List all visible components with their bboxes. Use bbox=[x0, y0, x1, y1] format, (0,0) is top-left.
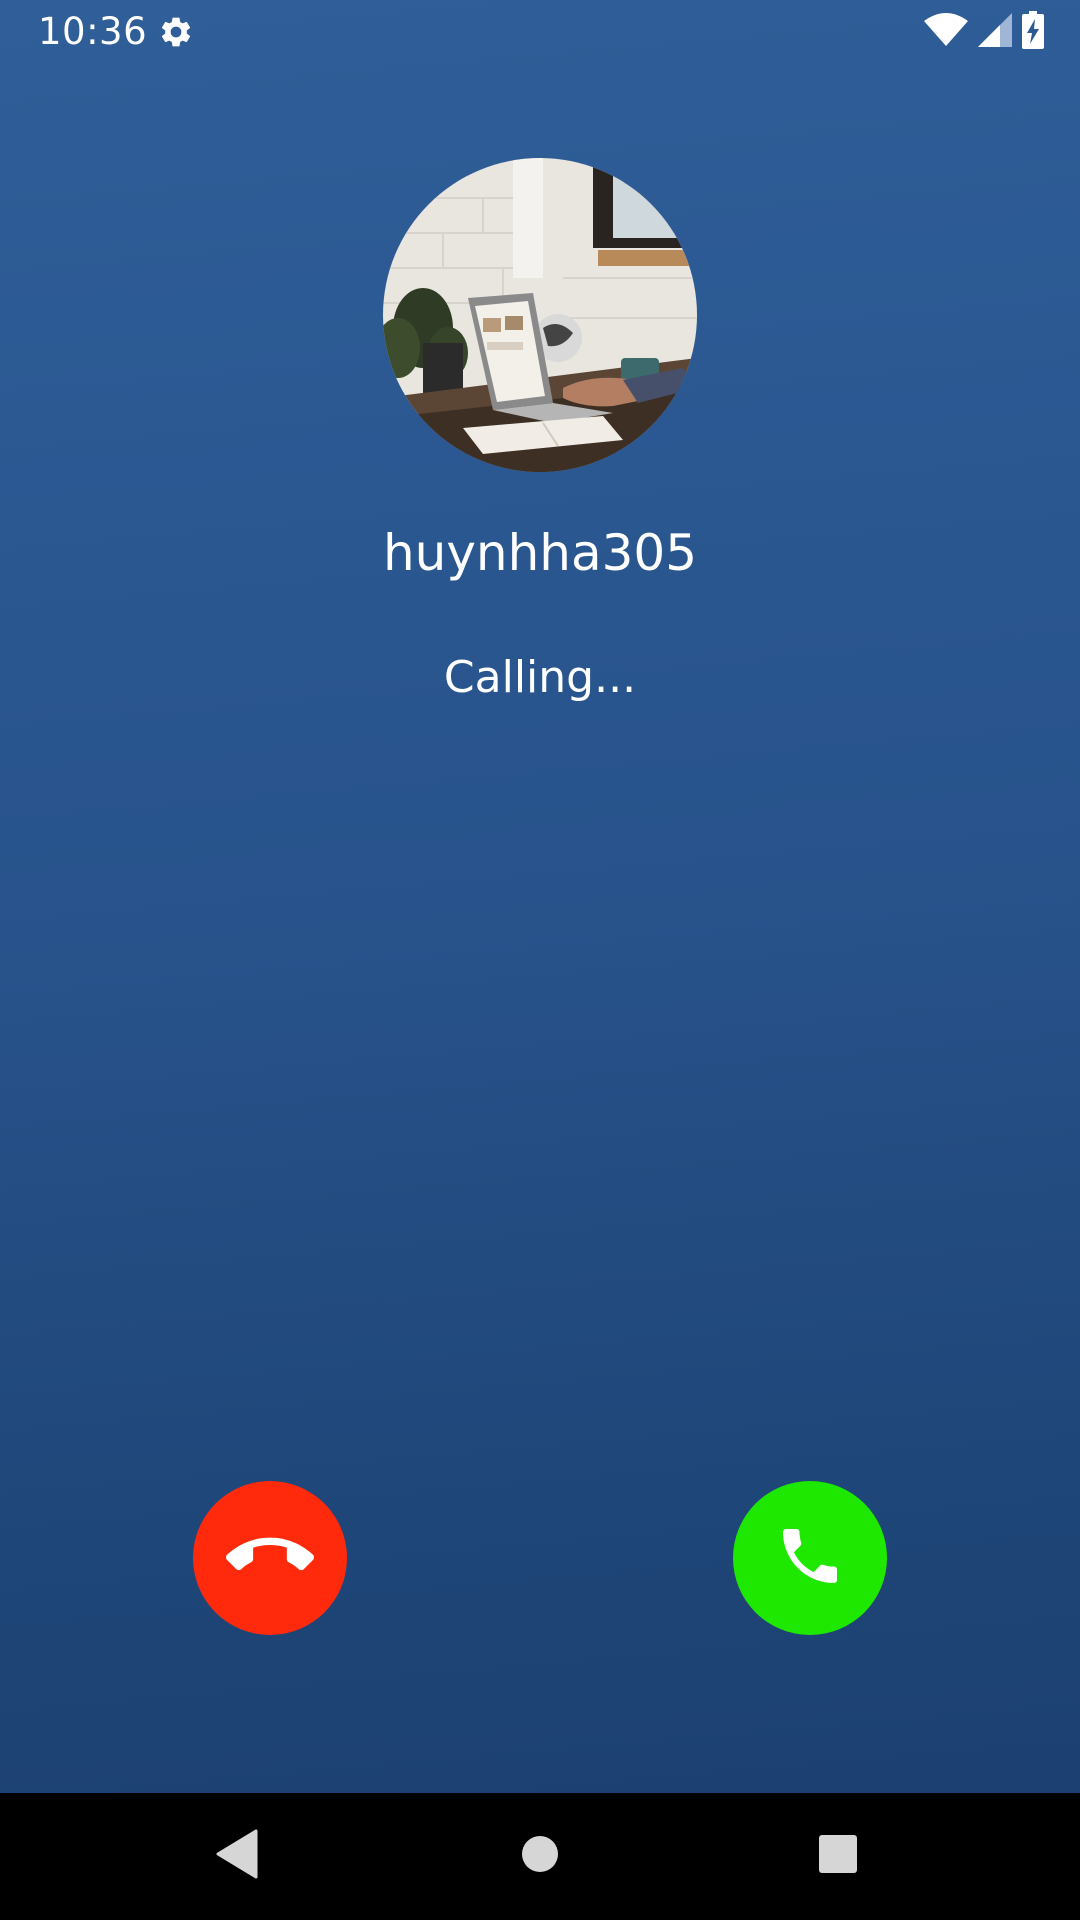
battery-charging-icon bbox=[1022, 11, 1044, 53]
navigation-bar bbox=[0, 1793, 1080, 1920]
home-button[interactable] bbox=[505, 1821, 575, 1891]
wifi-icon bbox=[924, 13, 968, 51]
caller-name: huynhha305 bbox=[382, 524, 698, 582]
recents-icon bbox=[818, 1834, 858, 1878]
cell-signal-icon bbox=[978, 13, 1012, 51]
home-icon bbox=[520, 1834, 560, 1878]
settings-gear-icon bbox=[158, 14, 194, 50]
back-icon bbox=[216, 1829, 260, 1883]
status-icons bbox=[924, 11, 1044, 53]
recents-button[interactable] bbox=[803, 1821, 873, 1891]
decline-call-button[interactable] bbox=[193, 1481, 347, 1635]
status-time: 10:36 bbox=[38, 10, 148, 53]
status-bar: 10:36 bbox=[0, 0, 1080, 64]
back-button[interactable] bbox=[203, 1821, 273, 1891]
call-screen: 10:36 huynhha305 Calling... bbox=[0, 0, 1080, 1920]
accept-call-button[interactable] bbox=[733, 1481, 887, 1635]
call-status-text: Calling... bbox=[443, 652, 637, 703]
hang-up-icon bbox=[225, 1512, 314, 1604]
caller-avatar bbox=[383, 158, 697, 472]
phone-icon bbox=[774, 1520, 846, 1596]
